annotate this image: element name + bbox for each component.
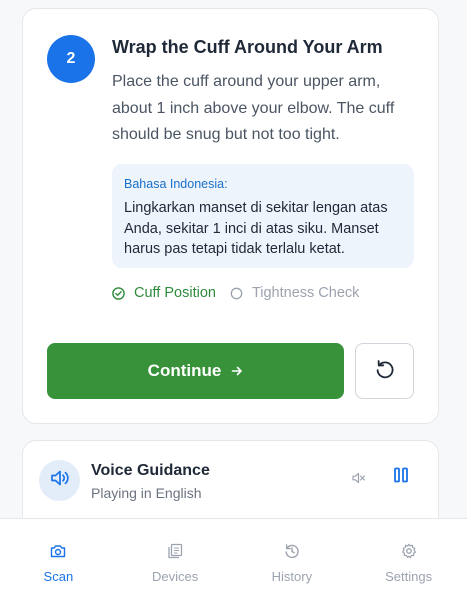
nav-item-scan[interactable]: Scan	[0, 519, 117, 598]
pause-icon	[393, 467, 409, 488]
nav-item-settings[interactable]: Settings	[350, 519, 467, 598]
empty-circle-icon	[230, 287, 243, 300]
continue-button[interactable]: Continue	[47, 343, 344, 399]
nav-label: Scan	[43, 569, 74, 584]
nav-label: History	[271, 569, 313, 584]
translation-text: Lingkarkan manset di sekitar lengan atas…	[124, 200, 388, 257]
speaker-icon	[50, 469, 70, 492]
mute-button[interactable]	[351, 471, 367, 489]
translation-box: Bahasa Indonesia: Lingkarkan manset di s…	[112, 164, 414, 268]
check-label: Cuff Position	[134, 285, 216, 301]
nav-label: Devices	[152, 569, 199, 584]
rotate-ccw-icon	[374, 358, 396, 385]
history-icon	[284, 543, 300, 559]
step-description: Place the cuff around your upper arm, ab…	[112, 73, 395, 143]
checklist: Cuff Position Tightness Check	[112, 285, 359, 301]
check-tightness: Tightness Check	[230, 285, 359, 301]
nav-item-devices[interactable]: Devices	[117, 519, 234, 598]
devices-icon	[167, 543, 183, 559]
step-number-badge: 2	[47, 35, 95, 83]
volume-mute-icon	[352, 471, 366, 489]
pause-button[interactable]	[393, 467, 409, 488]
check-cuff-position: Cuff Position	[112, 285, 216, 301]
continue-label: Continue	[147, 361, 222, 380]
camera-icon	[50, 543, 66, 559]
step-card: 2 Wrap the Cuff Around Your Arm Place th…	[22, 8, 439, 424]
step-title: Wrap the Cuff Around Your Arm	[112, 37, 383, 57]
nav-label: Settings	[385, 569, 433, 584]
check-circle-icon	[112, 286, 125, 300]
arrow-right-icon	[231, 365, 243, 377]
gear-icon	[401, 543, 417, 559]
translation-language: Bahasa Indonesia:	[124, 177, 228, 191]
reset-button[interactable]	[355, 343, 414, 399]
check-label: Tightness Check	[251, 285, 360, 301]
voice-title: Voice Guidance	[91, 462, 210, 479]
voice-status: Playing in English	[91, 485, 202, 501]
nav-item-history[interactable]: History	[234, 519, 351, 598]
bottom-navigation: Scan Devices History Settings	[0, 518, 467, 598]
voice-icon-container	[39, 460, 80, 501]
